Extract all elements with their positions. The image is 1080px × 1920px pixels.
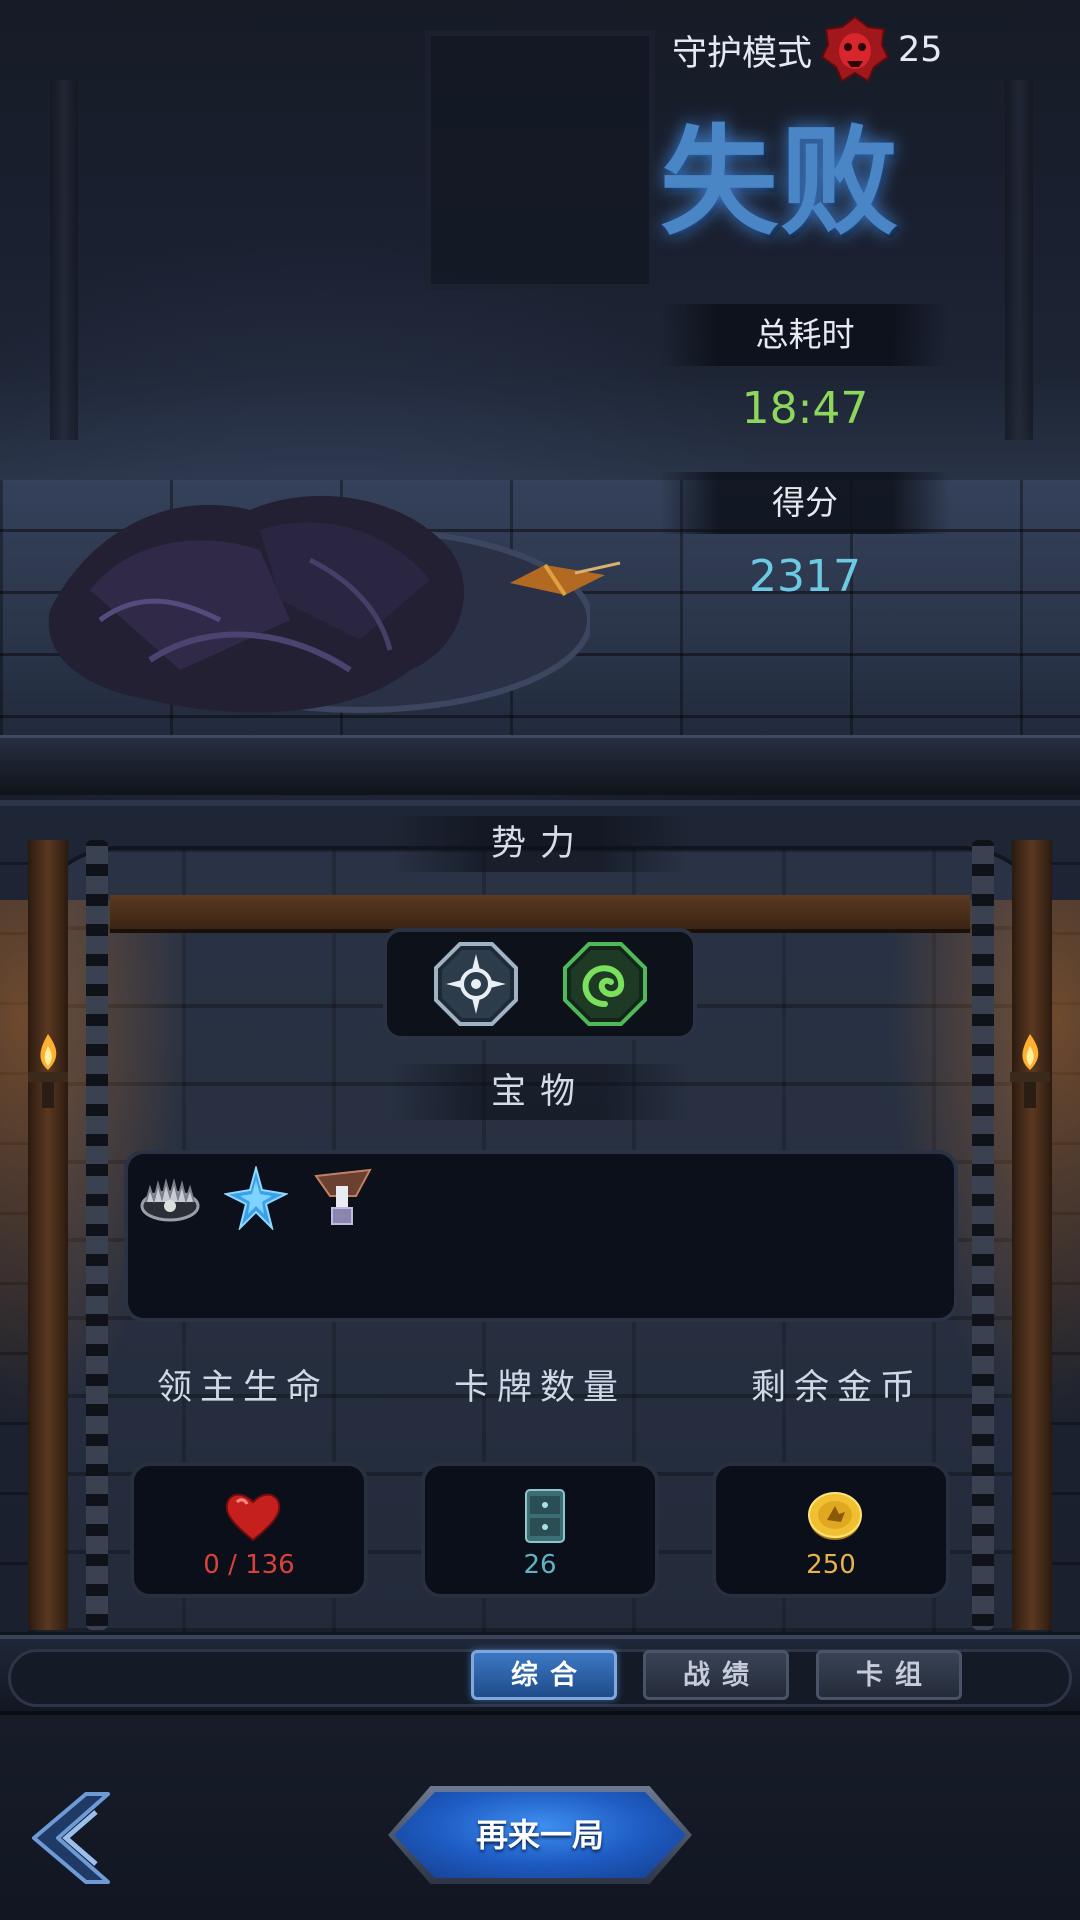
gold-left-value: 250 (806, 1550, 856, 1580)
card-count-value: 26 (523, 1550, 557, 1580)
factions-title: 势力 (390, 816, 690, 872)
wooden-post (28, 840, 68, 1630)
hanging-chain (972, 840, 994, 1630)
wall-pillar (50, 80, 78, 440)
gold-left-card: 250 (712, 1462, 950, 1598)
torch-icon (28, 1034, 68, 1108)
gold-left-label: 剩余金币 (750, 1368, 923, 1408)
compass-star-faction-icon[interactable] (433, 942, 518, 1026)
score-value: 2317 (749, 551, 861, 602)
red-demon-skull-icon (820, 15, 890, 83)
result-title: 失败 (660, 113, 901, 251)
hanging-chain (86, 840, 108, 1630)
factions-list (383, 928, 697, 1040)
tab-deck[interactable]: 卡组 (816, 1650, 962, 1700)
lord-hp-label: 领主生命 (156, 1368, 329, 1408)
gold-coin-icon (808, 1492, 862, 1540)
lord-hp-card: 0 / 136 (130, 1462, 368, 1598)
fallen-crossbow (510, 561, 621, 597)
game-over-screen: 守护模式 25 失败 总耗时 18:47 得分 2317 势力 宝物 领主生命 … (0, 0, 1080, 1920)
wall-pillar (1005, 80, 1033, 440)
tab-summary[interactable]: 综合 (471, 1650, 617, 1700)
lord-hp-value: 0 / 136 (203, 1550, 295, 1580)
torch-icon (1010, 1034, 1050, 1108)
wall-painting (425, 30, 655, 290)
play-again-button[interactable]: 再来一局 (388, 1786, 692, 1884)
floor-edge (0, 735, 1080, 795)
total-time-value: 18:47 (741, 383, 869, 434)
total-time-label: 总耗时 (660, 304, 950, 366)
mode-label: 守护模式 (672, 33, 813, 74)
mode-indicator: 守护模式 25 (672, 15, 943, 83)
score-label: 得分 (660, 472, 950, 534)
card-deck-icon (525, 1489, 565, 1543)
green-spiral-faction-icon[interactable] (562, 942, 647, 1026)
tab-battle-record[interactable]: 战绩 (643, 1650, 789, 1700)
play-again-label: 再来一局 (394, 1792, 686, 1878)
card-count-label: 卡牌数量 (453, 1368, 626, 1408)
treasures-list (124, 1150, 958, 1322)
wooden-post (1012, 840, 1052, 1630)
heart-icon (225, 1493, 281, 1542)
bear-trap-icon[interactable] (138, 1166, 202, 1230)
blue-crystal-star-icon[interactable] (224, 1166, 288, 1230)
treasures-title: 宝物 (390, 1064, 690, 1120)
hammer-anvil-icon[interactable] (310, 1166, 374, 1230)
card-count-card: 26 (421, 1462, 659, 1598)
difficulty-level: 25 (898, 30, 943, 70)
back-arrow-icon[interactable] (26, 1790, 116, 1886)
